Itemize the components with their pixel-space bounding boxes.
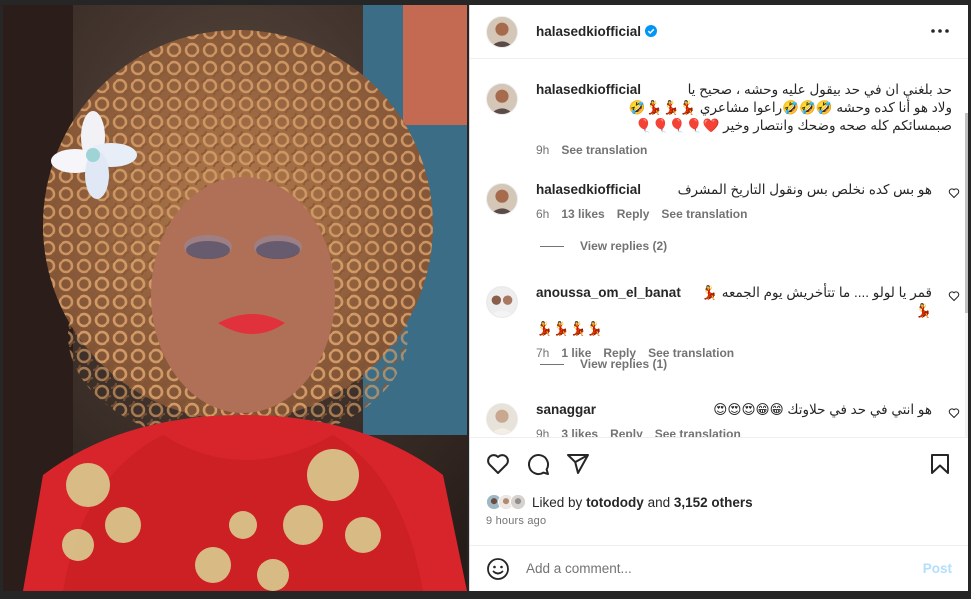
post-actions — [470, 437, 968, 491]
likes-text: Liked by totodody and 3,152 others — [532, 495, 753, 510]
comment-text: هو بس كده نخلص بس ونقول التاريخ المشرف — [677, 182, 932, 197]
liker-username[interactable]: totodody — [586, 495, 644, 510]
post-timestamp: 9 hours ago — [486, 515, 547, 527]
author-avatar[interactable] — [486, 15, 518, 48]
reply-button[interactable]: Reply — [610, 427, 643, 437]
post-photo-illustration — [3, 5, 467, 591]
avatar[interactable] — [486, 83, 518, 115]
author-username[interactable]: halasedkiofficial — [536, 24, 658, 39]
comment-icon[interactable] — [526, 452, 550, 476]
avatar[interactable] — [486, 403, 518, 435]
caption: halasedkiofficial حد بلغني ان في حد بيقو… — [486, 81, 952, 157]
replies-divider — [540, 245, 564, 247]
comment-text-line-2: 💃💃💃💃 — [536, 321, 604, 336]
emoji-icon[interactable] — [486, 557, 510, 581]
see-translation-link[interactable]: See translation — [655, 427, 741, 437]
comment-text: قمر يا لولو .... ما تتأخريش يوم الجمعه 💃… — [701, 285, 932, 318]
likes-prefix: Liked by — [532, 494, 583, 510]
see-translation-link[interactable]: See translation — [561, 143, 647, 157]
comment-meta: 9h See translation — [536, 143, 952, 157]
comment-meta: 6h 13 likes Reply See translation — [536, 207, 952, 221]
share-icon[interactable] — [566, 452, 590, 476]
comment-time: 9h — [536, 427, 550, 437]
add-comment-bar: Post — [470, 545, 968, 591]
post-button[interactable]: Post — [923, 561, 952, 576]
post-details-panel: halasedkiofficial halasedkiofficial حد ب… — [469, 5, 968, 591]
likes-summary[interactable]: Liked by totodody and 3,152 others — [486, 491, 952, 513]
view-replies-label: View replies (2) — [580, 239, 668, 253]
heart-icon[interactable] — [486, 452, 510, 476]
post-modal: halasedkiofficial halasedkiofficial حد ب… — [0, 0, 971, 599]
comment-meta: 9h 3 likes Reply See translation — [536, 427, 952, 437]
caption-line-2: ولاد هو أنا كده وحشه 🤣🤣🤣راعوا مشاعري 💃💃💃… — [628, 100, 952, 115]
comment-likes[interactable]: 3 likes — [561, 427, 598, 437]
view-replies-button[interactable]: View replies (2) — [540, 239, 667, 253]
comments-list[interactable]: halasedkiofficial حد بلغني ان في حد بيقو… — [470, 59, 968, 437]
caption-line-1: حد بلغني ان في حد بيقول عليه وحشه ، صحيح… — [687, 82, 952, 97]
verified-icon — [645, 25, 658, 37]
reply-button[interactable]: Reply — [617, 207, 650, 221]
comment-input[interactable] — [526, 561, 915, 576]
caption-text: halasedkiofficial حد بلغني ان في حد بيقو… — [536, 81, 952, 135]
heart-icon[interactable] — [948, 407, 960, 419]
scrollbar[interactable] — [965, 113, 968, 437]
comment-username[interactable]: sanaggar — [536, 401, 596, 419]
view-replies-label: View replies (1) — [580, 357, 668, 371]
heart-icon[interactable] — [948, 290, 960, 302]
comment-username[interactable]: anoussa_om_el_banat — [536, 284, 681, 320]
comment-username[interactable]: halasedkiofficial — [536, 81, 641, 99]
post-header: halasedkiofficial — [470, 5, 968, 59]
liker-avatar — [510, 494, 526, 510]
comment-likes[interactable]: 13 likes — [561, 207, 604, 221]
likes-others-count[interactable]: 3,152 others — [674, 495, 753, 510]
avatar[interactable] — [486, 286, 518, 318]
post-image[interactable] — [3, 5, 467, 591]
heart-icon[interactable] — [948, 187, 960, 199]
comment-time: 6h — [536, 207, 550, 221]
more-icon[interactable] — [930, 25, 950, 37]
replies-divider — [540, 363, 564, 365]
avatar[interactable] — [486, 183, 518, 215]
comment-item: anoussa_om_el_banat قمر يا لولو .... ما … — [486, 284, 960, 360]
comment-item: sanaggar هو انتي في حد في حلاوتك 😁😁😍😍😍 9… — [486, 401, 960, 437]
comment-time: 9h — [536, 143, 550, 157]
comment-item: halasedkiofficial هو بس كده نخلص بس ونقو… — [486, 181, 960, 221]
caption-line-3: صبمسائكم كله صحه وضحك وانتصار وخير ❤️🎈🎈🎈… — [635, 118, 952, 133]
comment-text: هو انتي في حد في حلاوتك 😁😁😍😍😍 — [713, 402, 932, 417]
bookmark-icon[interactable] — [928, 452, 952, 476]
see-translation-link[interactable]: See translation — [661, 207, 747, 221]
view-replies-button[interactable]: View replies (1) — [540, 357, 667, 371]
comment-username[interactable]: halasedkiofficial — [536, 181, 641, 199]
likes-and: and — [647, 494, 671, 510]
